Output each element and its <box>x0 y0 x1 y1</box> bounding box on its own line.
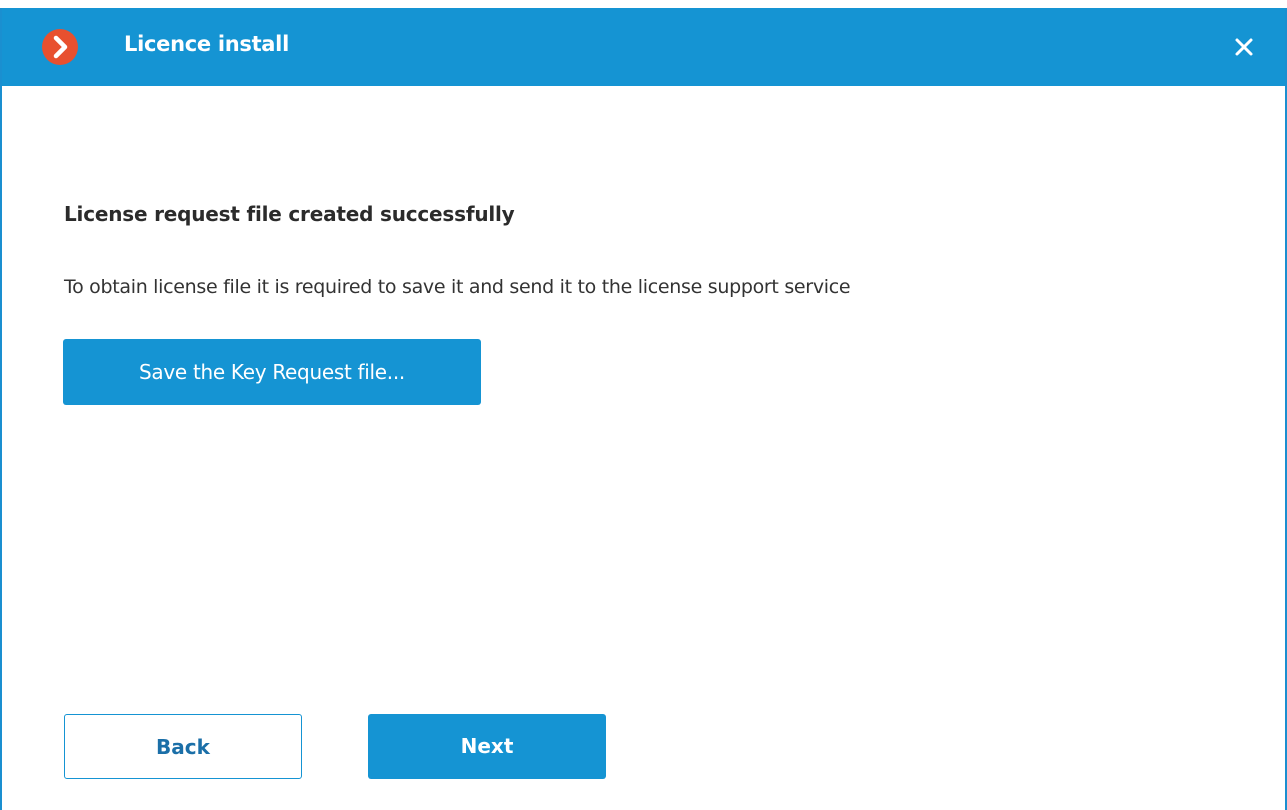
dialog-title: Licence install <box>124 32 289 56</box>
close-icon[interactable] <box>1225 28 1263 66</box>
instruction-text: To obtain license file it is required to… <box>64 276 851 298</box>
licence-install-dialog: Licence install License request file cre… <box>0 8 1287 810</box>
next-button[interactable]: Next <box>368 714 606 779</box>
page-heading: License request file created successfull… <box>64 202 515 226</box>
app-logo-icon <box>42 29 78 65</box>
save-key-request-button[interactable]: Save the Key Request file... <box>63 339 481 405</box>
title-bar: Licence install <box>2 8 1285 86</box>
back-button[interactable]: Back <box>64 714 302 779</box>
